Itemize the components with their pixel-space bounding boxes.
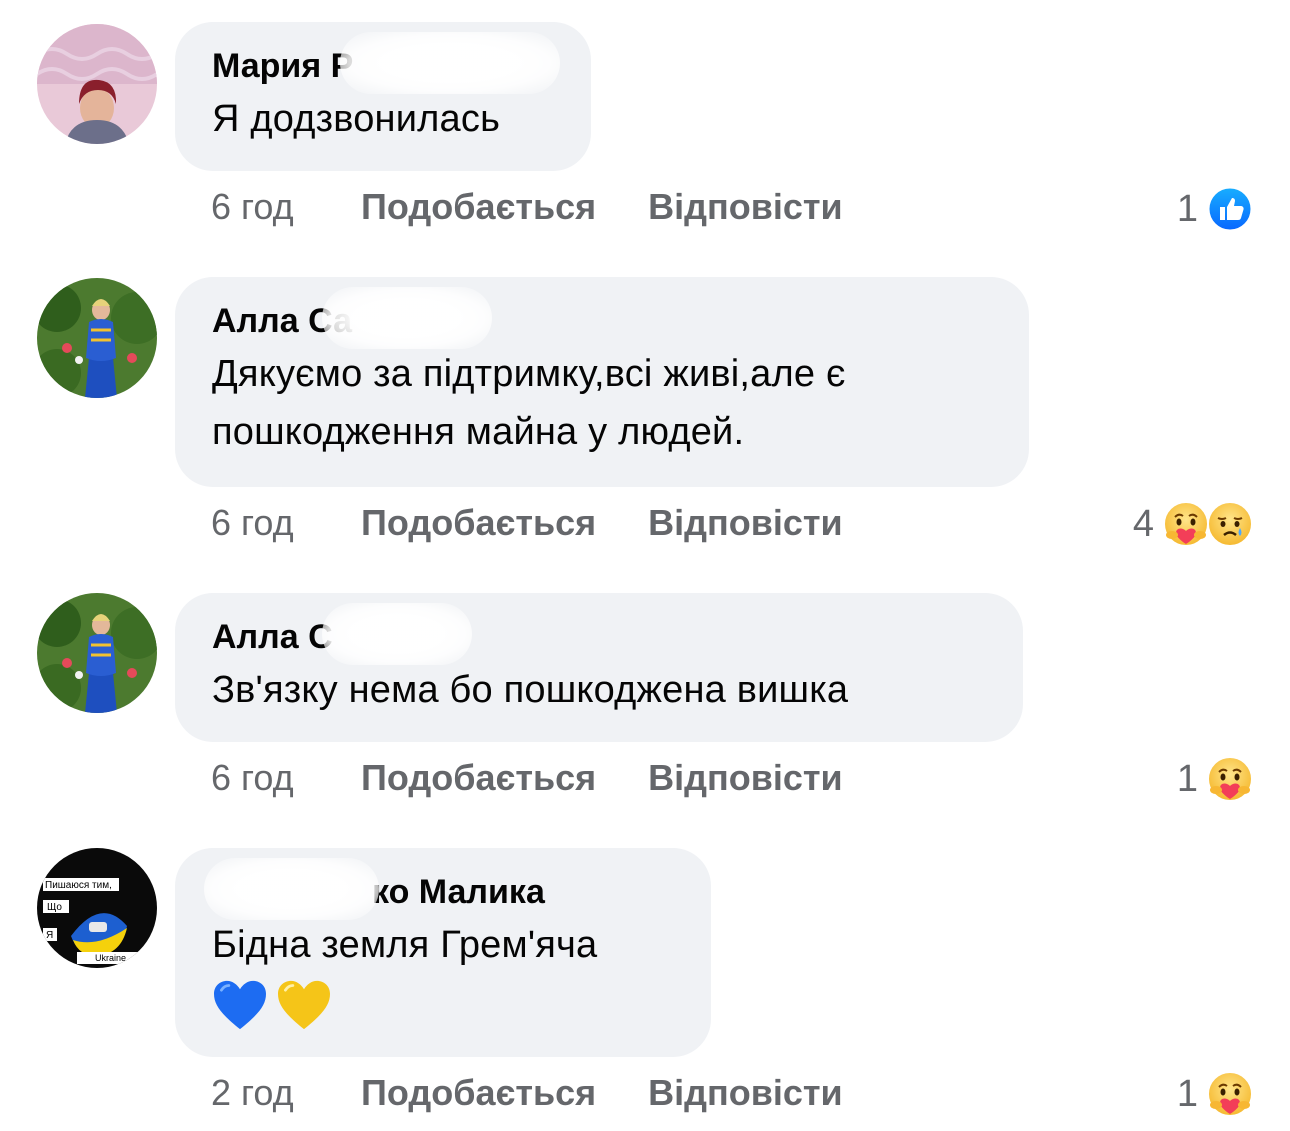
reaction-summary[interactable]: 4 — [1133, 500, 1254, 548]
avatar-sticker-text: Пишаюся тим, — [45, 880, 112, 891]
comment-bubble: Алла С Зв'язку нема бо пошкоджена вишка — [175, 593, 1023, 742]
reaction-count: 1 — [1176, 757, 1198, 800]
reaction-count: 1 — [1176, 1072, 1198, 1115]
avatar[interactable] — [37, 593, 157, 713]
comment-time[interactable]: 2 год — [211, 1072, 361, 1114]
comment-author[interactable]: Алла С — [212, 603, 987, 665]
reaction-summary[interactable]: 1 — [1177, 755, 1254, 803]
care-reaction-icon — [1206, 1070, 1254, 1118]
comment-author[interactable]: Алла Са — [212, 287, 993, 349]
reaction-count: 4 — [1132, 502, 1154, 545]
comment-text: Бідна земля Грем'яча — [212, 924, 598, 966]
comment-actions: 6 год Подобається Відповісти — [211, 757, 895, 799]
avatar[interactable] — [37, 278, 157, 398]
comment-time[interactable]: 6 год — [211, 186, 361, 228]
comment-author[interactable]: ко Малика — [204, 858, 675, 920]
comment-text: Я додзвонилась — [212, 98, 501, 140]
avatar-sticker-text: Що — [47, 902, 62, 913]
comment-actions: 2 год Подобається Відповісти — [211, 1072, 895, 1114]
avatar-sticker-text: Я — [46, 930, 53, 941]
like-reaction-icon — [1206, 185, 1254, 233]
blue-heart-emoji — [212, 979, 268, 1031]
comment-author[interactable]: Мария Р — [212, 32, 560, 94]
reaction-summary[interactable]: 1 — [1177, 185, 1254, 233]
care-reaction-icon — [1206, 755, 1254, 803]
redaction-blur — [322, 603, 472, 665]
reaction-summary[interactable]: 1 — [1177, 1070, 1254, 1118]
comment-time[interactable]: 6 год — [211, 502, 361, 544]
reaction-count: 1 — [1176, 187, 1198, 230]
redaction-blur — [340, 32, 560, 94]
comment-emojis — [212, 976, 675, 1034]
comment-bubble: ко Малика Бідна земля Грем'яча — [175, 848, 711, 1057]
comment-actions: 6 год Подобається Відповісти — [211, 502, 895, 544]
comment-actions: 6 год Подобається Відповісти — [211, 186, 895, 228]
comment-text: Зв'язку нема бо пошкоджена вишка — [212, 669, 849, 711]
avatar-sticker-text: Ukraine — [95, 953, 126, 963]
sad-reaction-icon — [1206, 500, 1254, 548]
yellow-heart-emoji — [276, 979, 332, 1031]
reply-button[interactable]: Відповісти — [648, 1072, 843, 1114]
redaction-blur — [204, 858, 379, 920]
comment-time[interactable]: 6 год — [211, 757, 361, 799]
like-button[interactable]: Подобається — [361, 186, 596, 228]
comment-bubble: Мария Р Я додзвонилась — [175, 22, 591, 171]
like-button[interactable]: Подобається — [361, 757, 596, 799]
comment-bubble: Алла Са Дякуємо за підтримку,всі живі,ал… — [175, 277, 1029, 487]
like-button[interactable]: Подобається — [361, 1072, 596, 1114]
redaction-blur — [322, 287, 492, 349]
reply-button[interactable]: Відповісти — [648, 186, 843, 228]
comment-text: Дякуємо за підтримку,всі живі,але є пошк… — [212, 353, 846, 453]
reply-button[interactable]: Відповісти — [648, 502, 843, 544]
avatar[interactable]: Пишаюся тим, Що Я Ukraine — [37, 848, 157, 968]
like-button[interactable]: Подобається — [361, 502, 596, 544]
reply-button[interactable]: Відповісти — [648, 757, 843, 799]
care-reaction-icon — [1162, 500, 1210, 548]
avatar[interactable] — [37, 24, 157, 144]
